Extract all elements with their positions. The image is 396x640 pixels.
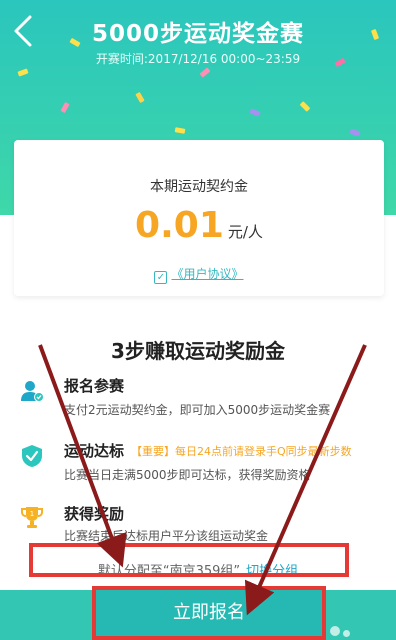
step-important-note: 【重要】每日24点前请登录手Q同步最新步数 xyxy=(131,445,352,458)
group-assignment: 默认分配至“南京359组” 切换分组 xyxy=(0,560,396,579)
step-get-reward: 1 获得奖励 比赛结束后达标用户平分该组运动奖金 xyxy=(0,503,396,543)
svg-text:1: 1 xyxy=(30,510,34,518)
contract-amount: 0.01 xyxy=(135,205,224,246)
amount-row: 0.01 元/人 xyxy=(14,205,384,246)
agreement-checkbox[interactable]: ✓ xyxy=(154,271,168,284)
step-heading: 报名参赛 xyxy=(64,377,125,395)
user-agreement-link[interactable]: 《用户协议》 xyxy=(171,267,243,281)
user-check-icon xyxy=(21,381,44,402)
decoration-dot xyxy=(330,626,340,636)
register-now-button[interactable]: 立即报名 xyxy=(92,586,326,640)
shield-check-icon xyxy=(22,445,42,467)
step-heading: 获得奖励 xyxy=(64,505,125,523)
step-register: 报名参赛 支付2元运动契约金，即可加入5000步运动奖金赛 xyxy=(0,375,396,425)
switch-group-link[interactable]: 切换分组 xyxy=(246,564,298,579)
trophy-icon: 1 xyxy=(21,507,43,528)
decoration-dot xyxy=(343,630,350,637)
confetti-decoration xyxy=(349,128,361,137)
contract-card: 本期运动契约金 0.01 元/人 ✓ 《用户协议》 xyxy=(14,140,384,296)
confetti-decoration xyxy=(249,108,261,117)
match-time: 开赛时间:2017/12/16 00:00~23:59 xyxy=(95,52,301,66)
step-desc: 比赛结束后达标用户平分该组运动奖金 xyxy=(64,529,269,543)
group-assignment-text: 默认分配至“南京359组” xyxy=(97,564,241,579)
confetti-decoration xyxy=(174,127,186,134)
step-desc: 比赛当日走满5000步即可达标，获得奖励资格 xyxy=(64,468,311,482)
amount-unit: 元/人 xyxy=(227,223,263,241)
steps-title: 3步赚取运动奖励金 xyxy=(111,339,285,363)
step-desc: 支付2元运动契约金，即可加入5000步运动奖金赛 xyxy=(64,403,331,417)
confetti-decoration xyxy=(199,67,211,78)
confetti-decoration xyxy=(135,91,145,104)
step-heading: 运动达标 xyxy=(64,442,125,460)
contract-label: 本期运动契约金 xyxy=(150,179,248,195)
page-title: 5000步运动奖金赛 xyxy=(91,21,304,47)
confetti-decoration xyxy=(60,101,70,114)
step-reach-goal: 运动达标 【重要】每日24点前请登录手Q同步最新步数 比赛当日走满5000步即可… xyxy=(0,440,396,490)
confetti-decoration xyxy=(17,68,29,77)
confetti-decoration xyxy=(299,101,311,112)
agreement-row: ✓ 《用户协议》 xyxy=(14,265,384,284)
